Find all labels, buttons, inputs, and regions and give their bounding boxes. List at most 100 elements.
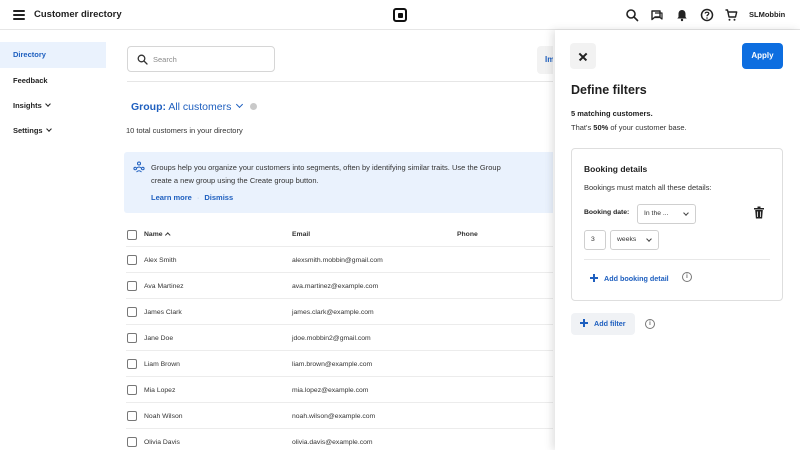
sort-ascending-icon [164,231,170,237]
customer-name: Jane Doe [144,335,174,342]
table-header: Name Email Phone [126,226,553,244]
plus-icon [590,274,598,282]
chevron-down-icon [683,210,689,216]
row-checkbox[interactable] [127,437,137,447]
amount-input[interactable]: 3 [584,230,606,250]
sidebar-item-feedback[interactable]: Feedback [0,68,106,94]
search-input[interactable] [153,51,271,68]
apply-button[interactable]: Apply [742,43,783,69]
row-checkbox[interactable] [127,359,137,369]
column-header-name[interactable]: Name [144,231,170,238]
customer-email: james.clark@example.com [292,309,374,316]
customer-email: olivia.davis@example.com [292,439,373,446]
customer-email: alexsmith.mobbin@gmail.com [292,257,383,264]
customer-name: Liam Brown [144,361,180,368]
banner-links: Learn more · Dismiss [151,193,233,202]
row-checkbox[interactable] [127,385,137,395]
customer-name: Alex Smith [144,257,177,264]
info-icon[interactable]: i [645,319,655,329]
button-label: Add filter [594,319,626,328]
group-dropdown[interactable]: All customers [168,100,244,113]
divider [584,259,770,260]
sidebar-item-label: Feedback [13,76,48,85]
booking-date-label: Booking date: [584,209,630,216]
username-label[interactable]: SLMobbin [749,10,785,19]
customer-email: ava.martinez@example.com [292,283,379,290]
card-subtitle: Bookings must match all these details: [584,183,712,192]
match-base-text: That's 50% of your customer base. [571,123,687,132]
customer-email: liam.brown@example.com [292,361,373,368]
column-header-email[interactable]: Email [292,231,310,238]
bell-icon[interactable] [675,8,689,22]
page-title: Customer directory [34,9,122,20]
column-header-phone[interactable]: Phone [457,231,478,238]
row-checkbox[interactable] [127,307,137,317]
add-filter-button[interactable]: Add filter [571,313,635,335]
sidebar-item-label: Insights [13,101,42,110]
banner-line: Groups help you organize your customers … [151,163,501,172]
unit-select[interactable]: weeks [610,230,659,250]
customer-name: Noah Wilson [144,413,183,420]
filter-drawer: Apply Define filters 5 matching customer… [555,30,800,450]
trash-icon[interactable] [753,206,765,219]
sidebar-item-settings[interactable]: Settings [0,118,106,144]
button-label: Add booking detail [604,274,669,283]
column-header-label: Name [144,231,163,238]
square-logo-icon [393,8,407,22]
customer-email: mia.lopez@example.com [292,387,369,394]
table-row[interactable]: Liam Brown liam.brown@example.com [126,350,553,376]
close-button[interactable] [570,43,596,69]
select-all-checkbox[interactable] [127,230,137,240]
table-row[interactable]: Jane Doe jdoe.mobbin2@gmail.com [126,324,553,350]
groups-icon [133,161,145,173]
match-count: 5 matching customers. [571,109,653,118]
help-icon[interactable] [700,8,714,22]
dismiss-link[interactable]: Dismiss [204,193,233,202]
banner-text: Groups help you organize your customers … [151,161,553,187]
table-row[interactable]: Mia Lopez mia.lopez@example.com [126,376,553,402]
table-row[interactable]: James Clark james.clark@example.com [126,298,553,324]
banner-line: create a new group using the Create grou… [151,176,319,185]
sidebar-item-directory[interactable]: Directory [0,42,106,68]
menu-icon[interactable] [13,10,25,20]
customer-name: Olivia Davis [144,439,180,446]
sidebar-item-label: Settings [13,126,43,135]
info-icon[interactable] [250,103,258,110]
chevron-down-icon [236,100,244,109]
total-count: 10 total customers in your directory [126,126,243,135]
table-row[interactable]: Ava Martinez ava.martinez@example.com [126,272,553,298]
groups-info-banner: Groups help you organize your customers … [124,152,553,213]
separator: · [196,193,200,202]
table-row[interactable]: Noah Wilson noah.wilson@example.com [126,402,553,428]
row-checkbox[interactable] [127,333,137,343]
group-selector: Group: All customers [131,100,258,113]
import-button[interactable]: Im [537,46,553,74]
row-checkbox[interactable] [127,255,137,265]
customer-name: Ava Martinez [144,283,184,290]
learn-more-link[interactable]: Learn more [151,193,192,202]
add-booking-detail-button[interactable]: Add booking detail [590,273,669,283]
card-title: Booking details [584,164,648,174]
top-bar: Customer directory SLMobbin [0,0,800,30]
match-base-suffix: of your customer base. [608,123,687,132]
table-row[interactable]: Olivia Davis olivia.davis@example.com [126,428,553,450]
search-icon [137,54,148,65]
sidebar-item-insights[interactable]: Insights [0,93,106,119]
match-base-prefix: That's [571,123,594,132]
select-value: In the ... [644,210,669,217]
main-content: Im Group: All customers 10 total custome… [113,30,553,450]
sidebar: Directory Feedback Insights Settings [0,30,113,450]
cart-icon[interactable] [724,8,738,22]
chat-icon[interactable] [650,8,664,22]
row-checkbox[interactable] [127,411,137,421]
sidebar-item-label: Directory [13,50,46,59]
chevron-down-icon [45,126,52,132]
search-icon[interactable] [625,8,639,22]
chevron-down-icon [44,101,51,107]
booking-date-select[interactable]: In the ... [637,204,696,224]
row-checkbox[interactable] [127,281,137,291]
group-label: Group: [131,101,166,113]
chevron-down-icon [646,236,652,242]
table-row[interactable]: Alex Smith alexsmith.mobbin@gmail.com [126,246,553,272]
info-icon[interactable]: i [682,272,692,282]
